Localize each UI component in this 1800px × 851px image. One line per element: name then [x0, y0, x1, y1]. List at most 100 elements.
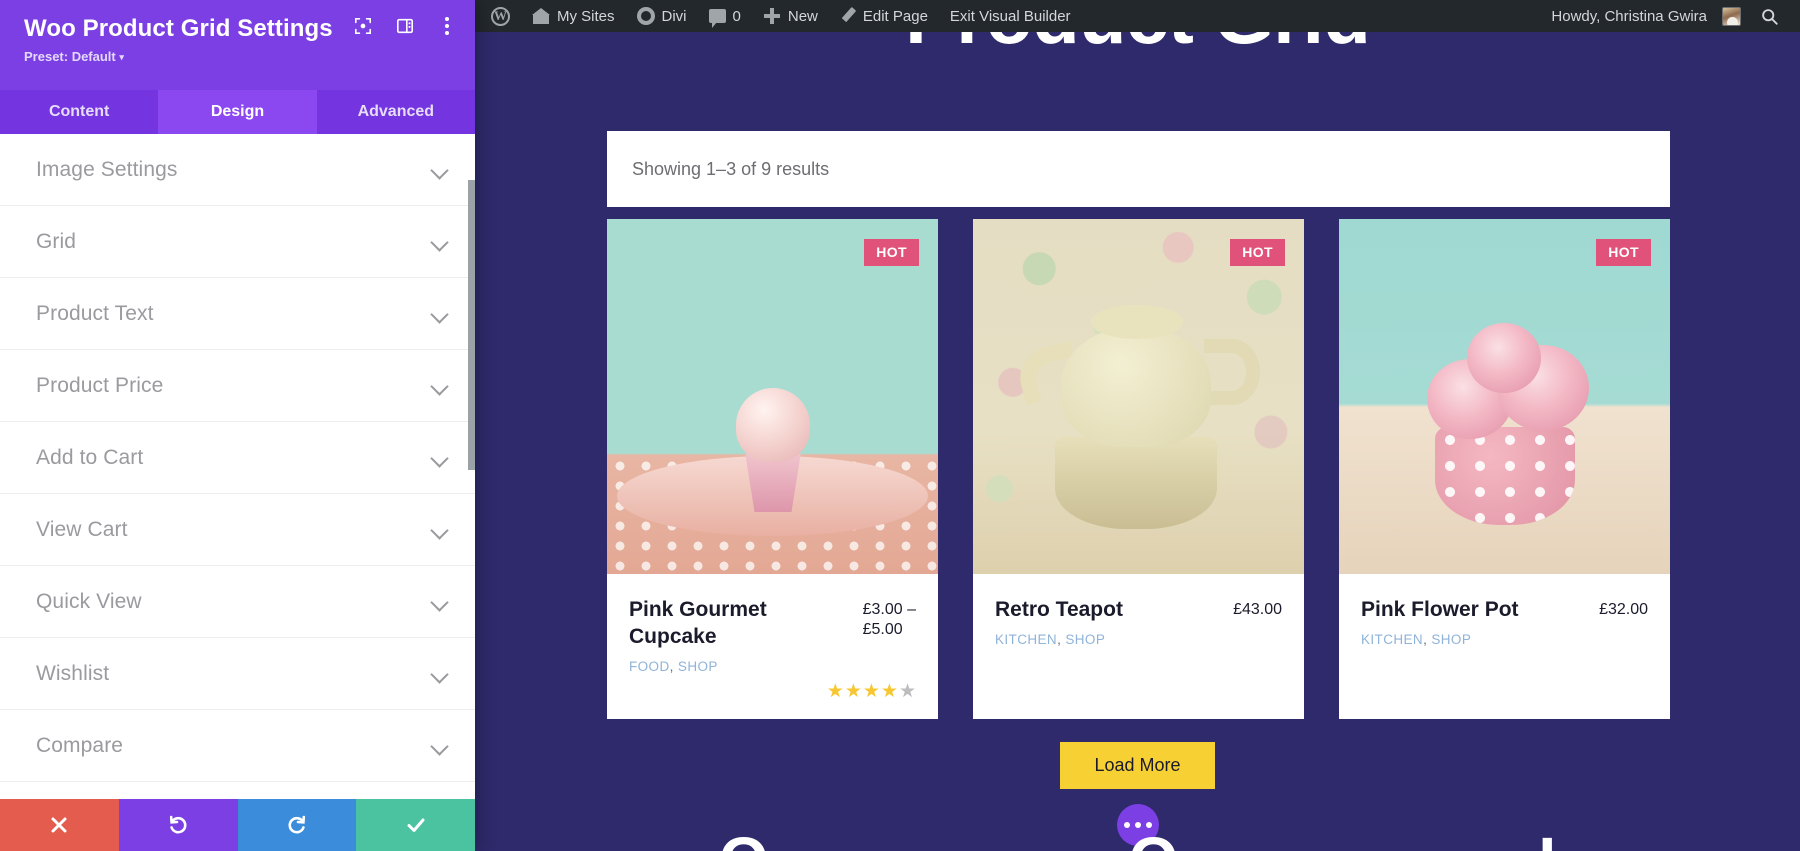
cupcake-frosting-shape	[736, 388, 810, 462]
teapot-body-shape	[1061, 327, 1211, 447]
sites-icon	[532, 8, 550, 24]
star-icon-filled: ★	[880, 681, 898, 702]
product-title[interactable]: Pink Flower Pot	[1361, 596, 1519, 623]
tab-design[interactable]: Design	[158, 90, 317, 134]
comments-count: 0	[732, 7, 741, 25]
new-content-menu[interactable]: New	[752, 0, 829, 32]
wp-logo-menu[interactable]: W	[480, 0, 521, 32]
settings-section-view-cart[interactable]: View Cart	[0, 494, 475, 566]
divi-icon	[636, 7, 655, 25]
new-label: New	[787, 7, 818, 25]
product-image-teapot[interactable]: HOT	[973, 219, 1304, 574]
category-separator: ,	[669, 659, 678, 674]
teapot-lid-shape	[1091, 305, 1183, 339]
tab-content[interactable]: Content	[0, 90, 159, 134]
chevron-down-icon	[431, 737, 449, 755]
edit-page-label: Edit Page	[862, 7, 928, 25]
divi-menu[interactable]: Divi	[626, 0, 698, 32]
discard-changes-button[interactable]	[0, 799, 119, 851]
product-title[interactable]: Retro Teapot	[995, 596, 1123, 623]
category-link[interactable]: FOOD	[629, 659, 670, 674]
settings-section-compare[interactable]: Compare	[0, 710, 475, 782]
tab-advanced[interactable]: Advanced	[316, 90, 475, 134]
star-icon-filled: ★	[844, 681, 862, 702]
section-label: Add to Cart	[36, 445, 144, 469]
category-link[interactable]: KITCHEN	[995, 632, 1057, 647]
product-grid: HOT Pink Gourmet Cupcake £3.00 – £5.00 F…	[607, 219, 1670, 719]
settings-section-quick-view[interactable]: Quick View	[0, 566, 475, 638]
settings-panel-body: Image Settings Grid Product Text Product…	[0, 134, 475, 799]
section-label: Quick View	[36, 589, 142, 613]
peek-letter: O	[1129, 828, 1179, 851]
product-rating-stars: ★ ★ ★ ★ ★	[629, 682, 916, 701]
rose-shape	[1467, 323, 1541, 393]
my-sites-menu[interactable]: My Sites	[521, 0, 626, 32]
edit-page-link[interactable]: Edit Page	[829, 0, 939, 32]
pencil-icon	[840, 8, 856, 24]
teapot-handle-shape	[1204, 339, 1260, 405]
chevron-down-icon	[431, 665, 449, 683]
module-settings-panel: Woo Product Grid Settings Preset: Defaul…	[0, 0, 475, 851]
product-price: £43.00	[1233, 601, 1282, 618]
product-price: £32.00	[1599, 601, 1648, 618]
focus-target-icon[interactable]	[353, 16, 373, 36]
howdy-label: Howdy, Christina Gwira	[1551, 7, 1707, 25]
account-menu[interactable]: Howdy, Christina Gwira	[1540, 0, 1752, 32]
peek-letter: O	[719, 828, 769, 851]
category-link[interactable]: SHOP	[1065, 632, 1105, 647]
my-sites-label: My Sites	[557, 7, 615, 25]
section-label: Grid	[36, 229, 77, 253]
load-more-button[interactable]: Load More	[1060, 742, 1215, 789]
avatar	[1722, 6, 1741, 26]
results-count-text: Showing 1–3 of 9 results	[632, 158, 830, 179]
product-card[interactable]: HOT Pink Gourmet Cupcake £3.00 – £5.00 F…	[607, 219, 938, 719]
category-link[interactable]: SHOP	[678, 659, 718, 674]
settings-section-product-text[interactable]: Product Text	[0, 278, 475, 350]
product-card[interactable]: HOT Pink Flower Pot £32.00 KITCHEN, SHOP	[1339, 219, 1670, 719]
product-title[interactable]: Pink Gourmet Cupcake	[629, 596, 804, 650]
product-image-cupcake[interactable]: HOT	[607, 219, 938, 574]
hot-badge: HOT	[864, 239, 919, 266]
admin-bar-right: Howdy, Christina Gwira	[1540, 0, 1800, 32]
product-categories: KITCHEN, SHOP	[995, 632, 1282, 647]
settings-panel-footer	[0, 799, 475, 851]
settings-section-grid[interactable]: Grid	[0, 206, 475, 278]
preset-selector[interactable]: Preset: Default ▾	[24, 49, 455, 64]
undo-button[interactable]	[118, 799, 238, 851]
chevron-down-icon	[431, 305, 449, 323]
hot-badge: HOT	[1230, 239, 1285, 266]
save-changes-button[interactable]	[356, 799, 475, 851]
peek-letter: I	[1538, 828, 1556, 851]
category-link[interactable]: KITCHEN	[1361, 632, 1423, 647]
dot	[445, 17, 449, 21]
product-card-body: Pink Gourmet Cupcake £3.00 – £5.00 FOOD,…	[607, 574, 938, 719]
comments-menu[interactable]: 0	[698, 0, 752, 32]
panel-layout-icon[interactable]	[395, 16, 415, 36]
product-card-body: Pink Flower Pot £32.00 KITCHEN, SHOP	[1339, 574, 1670, 692]
settings-section-add-to-cart[interactable]: Add to Cart	[0, 422, 475, 494]
chevron-down-icon	[431, 449, 449, 467]
settings-panel-scrollbar[interactable]	[468, 180, 475, 470]
settings-section-product-price[interactable]: Product Price	[0, 350, 475, 422]
product-image-flower-pot[interactable]: HOT	[1339, 219, 1670, 574]
plus-icon	[763, 7, 781, 25]
category-link[interactable]: SHOP	[1431, 632, 1471, 647]
chevron-down-icon	[431, 593, 449, 611]
product-card[interactable]: HOT Retro Teapot £43.00 KITCHEN, SHOP	[973, 219, 1304, 719]
product-card-body: Retro Teapot £43.00 KITCHEN, SHOP	[973, 574, 1304, 692]
settings-section-image-settings[interactable]: Image Settings	[0, 134, 475, 206]
section-label: Image Settings	[36, 157, 178, 181]
wordpress-logo-icon: W	[491, 6, 510, 26]
chevron-down-icon	[431, 161, 449, 179]
redo-button[interactable]	[237, 799, 357, 851]
settings-section-wishlist[interactable]: Wishlist	[0, 638, 475, 710]
hot-badge: HOT	[1596, 239, 1651, 266]
product-categories: KITCHEN, SHOP	[1361, 632, 1648, 647]
dot	[445, 31, 449, 35]
more-options-icon[interactable]	[437, 16, 457, 36]
section-label: Product Text	[36, 301, 154, 325]
search-icon[interactable]	[1752, 0, 1786, 32]
exit-visual-builder-link[interactable]: Exit Visual Builder	[939, 0, 1082, 32]
website-canvas: Product Grid Showing 1–3 of 9 results HO…	[475, 0, 1800, 851]
settings-panel-header: Woo Product Grid Settings Preset: Defaul…	[0, 0, 475, 90]
